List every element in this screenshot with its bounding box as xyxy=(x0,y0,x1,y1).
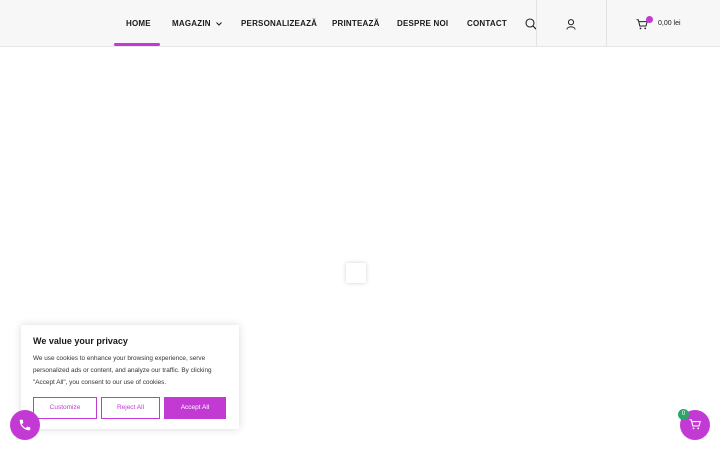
nav-customize[interactable]: PERSONALIZEAZĂ xyxy=(241,0,317,47)
customize-button[interactable]: Customize xyxy=(33,397,97,419)
nav-print[interactable]: PRINTEAZĂ xyxy=(332,0,380,47)
cookie-title: We value your privacy xyxy=(33,336,128,346)
page-loader xyxy=(346,263,366,283)
nav-shop-label: MAGAZIN xyxy=(172,19,211,28)
site-header: HOME MAGAZIN PERSONALIZEAZĂ PRINTEAZĂ DE… xyxy=(0,0,720,47)
floating-cart-count: 0 xyxy=(678,409,689,420)
cookie-text: We use cookies to enhance your browsing … xyxy=(33,355,212,386)
cookie-consent-popup: We value your privacy We use cookies to … xyxy=(21,325,239,429)
nav-home[interactable]: HOME xyxy=(126,0,151,47)
chevron-down-icon xyxy=(215,0,222,47)
header-divider xyxy=(536,0,537,47)
nav-shop[interactable]: MAGAZIN xyxy=(172,0,222,47)
cart-count-badge xyxy=(646,16,653,23)
reject-all-button[interactable]: Reject All xyxy=(101,397,160,419)
accept-all-button[interactable]: Accept All xyxy=(164,397,226,419)
cart-icon xyxy=(689,419,701,430)
nav-contact[interactable]: CONTACT xyxy=(467,0,507,47)
phone-button[interactable] xyxy=(10,410,40,440)
header-divider xyxy=(606,0,607,47)
nav-active-indicator xyxy=(114,43,160,46)
phone-icon xyxy=(19,419,31,431)
nav-about[interactable]: DESPRE NOI xyxy=(397,0,448,47)
cart-total[interactable]: 0,00 lei xyxy=(658,0,681,47)
user-icon[interactable] xyxy=(566,17,576,35)
